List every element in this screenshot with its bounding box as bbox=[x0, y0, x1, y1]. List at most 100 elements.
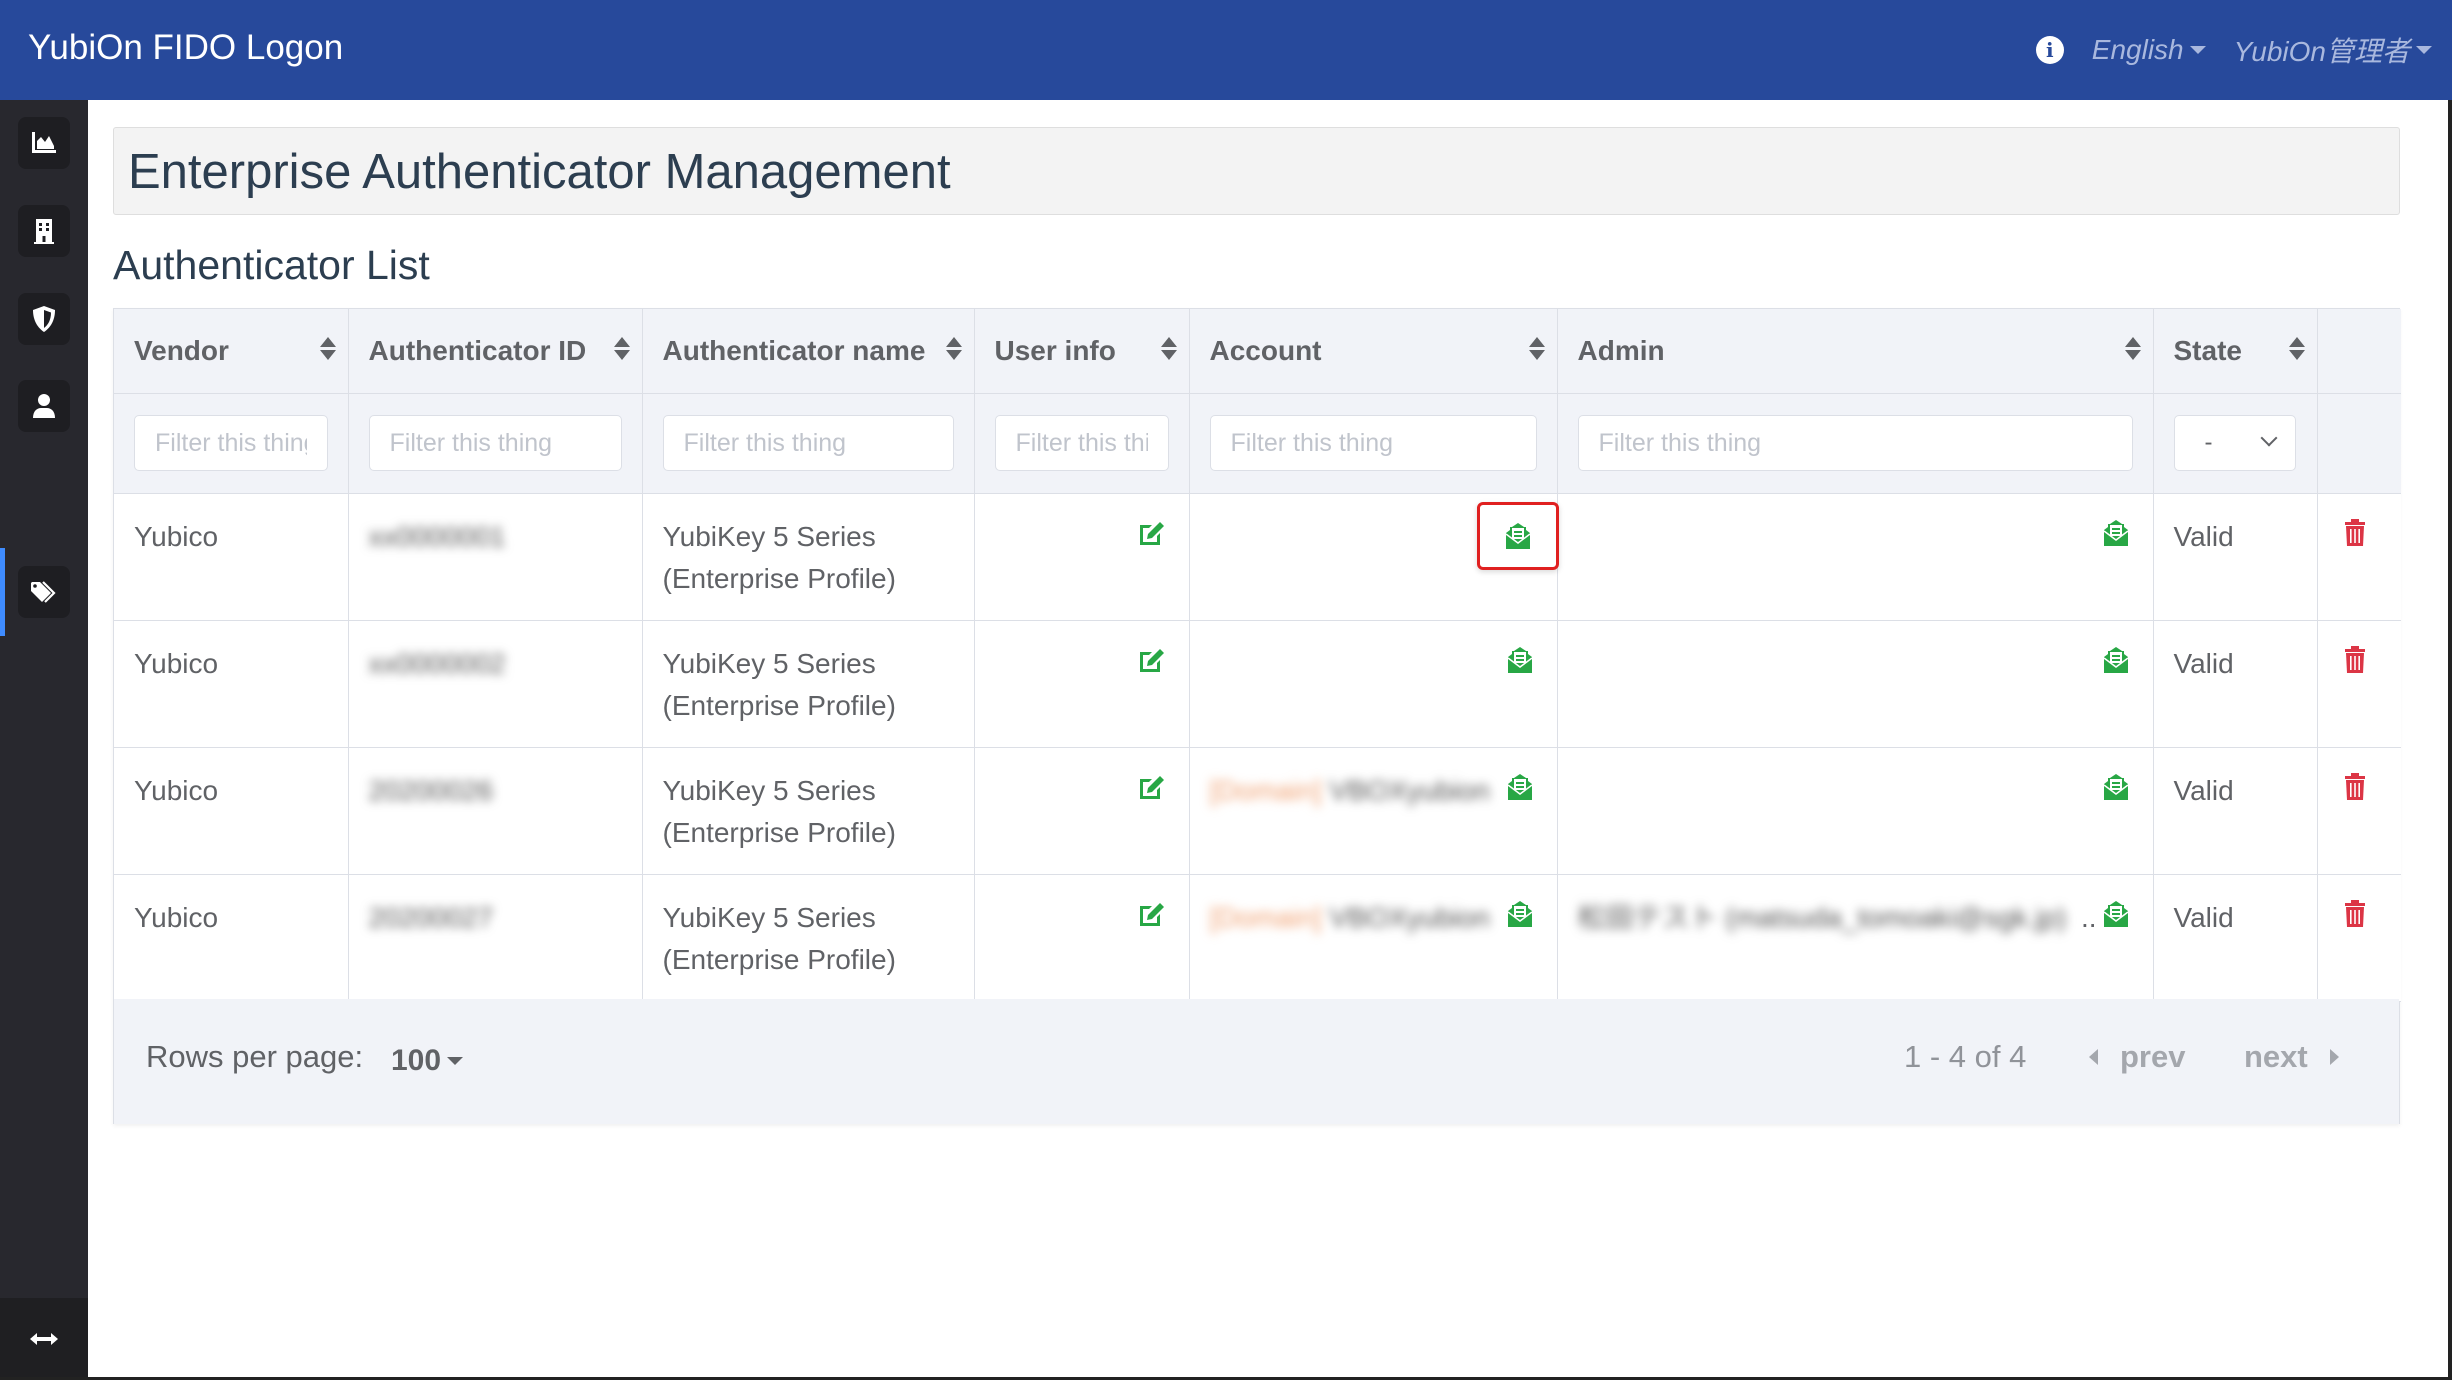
authenticator-name-line: YubiKey 5 Series bbox=[662, 901, 876, 933]
sidebar-item-users[interactable] bbox=[18, 380, 70, 432]
user-icon bbox=[33, 394, 55, 418]
table-row[interactable]: Yubico 20200026 YubiKey 5 Series (Enterp… bbox=[114, 747, 2401, 875]
column-header-state[interactable]: State bbox=[2153, 309, 2318, 394]
envelope-open-icon[interactable] bbox=[1503, 643, 1537, 677]
actions-cell bbox=[2317, 493, 2401, 621]
envelope-open-icon[interactable] bbox=[1503, 770, 1537, 804]
window-edge bbox=[2448, 100, 2452, 1380]
filter-user-info-input[interactable] bbox=[994, 415, 1169, 471]
filter-cell bbox=[642, 393, 975, 494]
area-chart-icon bbox=[32, 132, 56, 153]
authenticator-name-line: YubiKey 5 Series bbox=[662, 774, 876, 806]
filter-account-input[interactable] bbox=[1209, 415, 1537, 471]
chevron-down-icon bbox=[2260, 429, 2277, 447]
sort-icon[interactable] bbox=[1528, 337, 1545, 361]
sort-icon[interactable] bbox=[319, 337, 336, 361]
app-brand[interactable]: YubiOn FIDO Logon bbox=[28, 28, 343, 68]
language-label: English bbox=[2091, 34, 2184, 65]
filter-authenticator-name-input[interactable] bbox=[662, 415, 954, 471]
authenticator-id: 20200027 bbox=[368, 901, 494, 933]
sort-icon[interactable] bbox=[2288, 337, 2305, 361]
edit-icon[interactable] bbox=[1135, 897, 1169, 931]
column-header-vendor[interactable]: Vendor bbox=[114, 309, 349, 394]
state-cell: Valid bbox=[2153, 874, 2318, 1002]
sidebar-item-authenticators[interactable] bbox=[18, 566, 70, 618]
top-navbar: YubiOn FIDO Logon i English YubiOn管理者 bbox=[0, 0, 2452, 100]
trash-icon[interactable] bbox=[2338, 643, 2372, 677]
authenticator-name-line: YubiKey 5 Series bbox=[662, 647, 876, 679]
user-label: YubiOn管理者 bbox=[2233, 36, 2410, 67]
authenticator-id-cell: 20200026 bbox=[348, 747, 643, 875]
table-row[interactable]: Yubico xx0000001 YubiKey 5 Series (Enter… bbox=[114, 493, 2401, 621]
envelope-open-icon[interactable] bbox=[1501, 519, 1535, 553]
user-dropdown[interactable]: YubiOn管理者 bbox=[2234, 30, 2432, 70]
shield-icon bbox=[33, 306, 55, 332]
authenticator-table: Vendor Authenticator ID Authenticator na… bbox=[113, 308, 2401, 1124]
edit-icon[interactable] bbox=[1135, 770, 1169, 804]
column-header-admin[interactable]: Admin bbox=[1557, 309, 2154, 394]
authenticator-name-line: YubiKey 5 Series bbox=[662, 520, 876, 552]
column-header-actions bbox=[2317, 309, 2401, 394]
info-circle-icon[interactable]: i bbox=[2035, 36, 2064, 64]
admin-cell bbox=[1557, 493, 2154, 621]
sidebar-item-security[interactable] bbox=[18, 293, 70, 345]
filter-vendor-input[interactable] bbox=[134, 415, 328, 471]
next-page-button[interactable]: next bbox=[2244, 1039, 2339, 1075]
prev-page-button[interactable]: prev bbox=[2089, 1039, 2185, 1075]
trash-icon[interactable] bbox=[2338, 516, 2372, 550]
filter-authenticator-id-input[interactable] bbox=[368, 415, 622, 471]
sidebar bbox=[0, 100, 88, 1380]
admin-cell: 松田テスト (matsuda_tomoaki@sgk.jp) .. bbox=[1557, 874, 2154, 1002]
column-header-authenticator-id[interactable]: Authenticator ID bbox=[348, 309, 643, 394]
trash-icon[interactable] bbox=[2338, 770, 2372, 804]
sidebar-item-dashboard[interactable] bbox=[18, 117, 70, 169]
sort-icon[interactable] bbox=[613, 337, 630, 361]
envelope-open-icon[interactable] bbox=[2099, 897, 2133, 931]
caret-down-icon bbox=[2416, 46, 2432, 54]
filter-cell bbox=[1189, 393, 1558, 494]
table-footer: Rows per page: 100 1 - 4 of 4 prev next bbox=[114, 999, 2399, 1124]
column-header-authenticator-name[interactable]: Authenticator name bbox=[642, 309, 975, 394]
state-cell: Valid bbox=[2153, 620, 2318, 748]
sidebar-toggle[interactable] bbox=[0, 1298, 88, 1380]
envelope-open-icon[interactable] bbox=[1503, 897, 1537, 931]
state-value: Valid bbox=[2173, 520, 2234, 552]
authenticator-name-line: (Enterprise Profile) bbox=[662, 562, 896, 594]
authenticator-id: xx0000001 bbox=[368, 520, 506, 552]
trash-icon[interactable] bbox=[2338, 897, 2372, 931]
filter-cell bbox=[114, 393, 349, 494]
sort-icon[interactable] bbox=[1160, 337, 1177, 361]
column-header-user-info[interactable]: User info bbox=[974, 309, 1190, 394]
envelope-open-icon[interactable] bbox=[2099, 770, 2133, 804]
column-header-account[interactable]: Account bbox=[1189, 309, 1558, 394]
authenticator-name-cell: YubiKey 5 Series (Enterprise Profile) bbox=[642, 874, 975, 1002]
envelope-open-icon[interactable] bbox=[2099, 643, 2133, 677]
admin-cell bbox=[1557, 620, 2154, 748]
sort-icon[interactable] bbox=[945, 337, 962, 361]
filter-state-select[interactable]: - bbox=[2173, 415, 2296, 471]
state-cell: Valid bbox=[2153, 493, 2318, 621]
caret-down-icon bbox=[2189, 46, 2206, 54]
highlighted-account-button[interactable] bbox=[1476, 501, 1559, 570]
filter-cell bbox=[2317, 393, 2401, 494]
envelope-open-icon[interactable] bbox=[2099, 516, 2133, 550]
table-row[interactable]: Yubico 20200027 YubiKey 5 Series (Enterp… bbox=[114, 874, 2401, 1002]
edit-icon[interactable] bbox=[1135, 516, 1169, 550]
sidebar-item-organization[interactable] bbox=[18, 205, 70, 257]
vendor-cell: Yubico bbox=[114, 620, 349, 748]
filter-admin-input[interactable] bbox=[1577, 415, 2133, 471]
caret-left-icon bbox=[2089, 1049, 2098, 1065]
sort-icon[interactable] bbox=[2124, 337, 2141, 361]
table-row[interactable]: Yubico xx0000002 YubiKey 5 Series (Enter… bbox=[114, 620, 2401, 748]
state-value: Valid bbox=[2173, 774, 2234, 806]
caret-right-icon bbox=[2329, 1049, 2339, 1065]
authenticator-name-line: (Enterprise Profile) bbox=[662, 816, 896, 848]
arrows-horizontal-icon bbox=[30, 1333, 58, 1345]
rows-per-page-dropdown[interactable]: 100 bbox=[391, 1044, 464, 1078]
edit-icon[interactable] bbox=[1135, 643, 1169, 677]
authenticator-name-cell: YubiKey 5 Series (Enterprise Profile) bbox=[642, 747, 975, 875]
building-icon bbox=[34, 219, 54, 244]
language-dropdown[interactable]: English bbox=[2092, 34, 2206, 66]
filter-cell bbox=[348, 393, 643, 494]
navbar-right: i English YubiOn管理者 bbox=[2035, 30, 2432, 70]
